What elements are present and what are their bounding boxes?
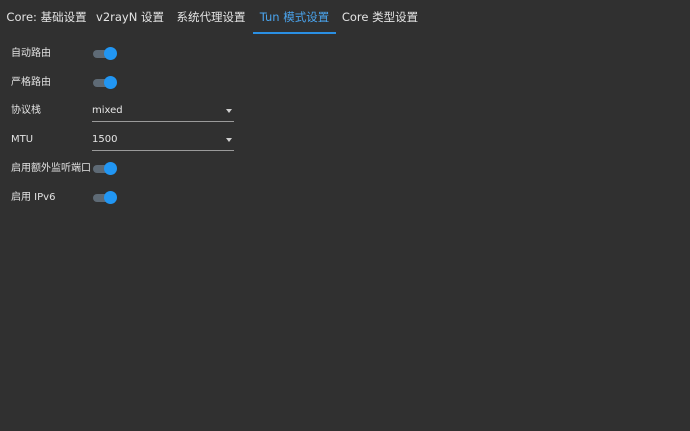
auto-route-label: 自动路由 — [11, 48, 51, 59]
mtu-select-value: 1500 — [92, 134, 118, 145]
ipv6-label: 启用 IPv6 — [11, 192, 56, 203]
tab-tun-mode[interactable]: Tun 模式设置 — [253, 0, 336, 34]
tab-core-basic-label: Core: 基础设置 — [6, 10, 87, 24]
tab-bar: Core: 基础设置 v2rayN 设置 系统代理设置 Tun 模式设置 Cor… — [0, 0, 690, 34]
setting-row-strict-route: 严格路由 — [11, 73, 311, 93]
tab-system-proxy[interactable]: 系统代理设置 — [169, 0, 253, 34]
chevron-down-icon — [226, 109, 232, 113]
tab-core-basic[interactable]: Core: 基础设置 — [0, 0, 93, 34]
stack-label: 协议栈 — [11, 105, 41, 116]
auto-route-toggle[interactable] — [93, 46, 117, 62]
ipv6-toggle[interactable] — [93, 190, 117, 206]
setting-row-extra-listen-port: 启用额外监听端口 — [11, 159, 311, 179]
setting-row-ipv6: 启用 IPv6 — [11, 188, 311, 208]
extra-listen-port-label: 启用额外监听端口 — [11, 163, 91, 174]
mtu-label: MTU — [11, 134, 34, 145]
extra-listen-port-toggle[interactable] — [93, 161, 117, 177]
tab-system-proxy-label: 系统代理设置 — [176, 10, 246, 24]
tab-v2rayn-label: v2rayN 设置 — [96, 10, 164, 24]
toggle-thumb — [104, 76, 117, 89]
toggle-thumb — [104, 162, 117, 175]
stack-select[interactable]: mixed — [92, 101, 234, 122]
mtu-select[interactable]: 1500 — [92, 130, 234, 151]
chevron-down-icon — [226, 138, 232, 142]
strict-route-toggle[interactable] — [93, 75, 117, 91]
tab-core-type[interactable]: Core 类型设置 — [338, 0, 422, 34]
tab-v2rayn[interactable]: v2rayN 设置 — [93, 0, 167, 34]
tab-core-type-label: Core 类型设置 — [341, 10, 419, 24]
strict-route-label: 严格路由 — [11, 77, 51, 88]
setting-row-auto-route: 自动路由 — [11, 44, 311, 64]
toggle-thumb — [104, 191, 117, 204]
setting-row-mtu: MTU 1500 — [11, 130, 311, 151]
tab-tun-mode-label: Tun 模式设置 — [259, 10, 330, 24]
tab-active-underline — [253, 32, 336, 34]
stack-select-value: mixed — [92, 105, 123, 116]
setting-row-stack: 协议栈 mixed — [11, 101, 311, 122]
toggle-thumb — [104, 47, 117, 60]
